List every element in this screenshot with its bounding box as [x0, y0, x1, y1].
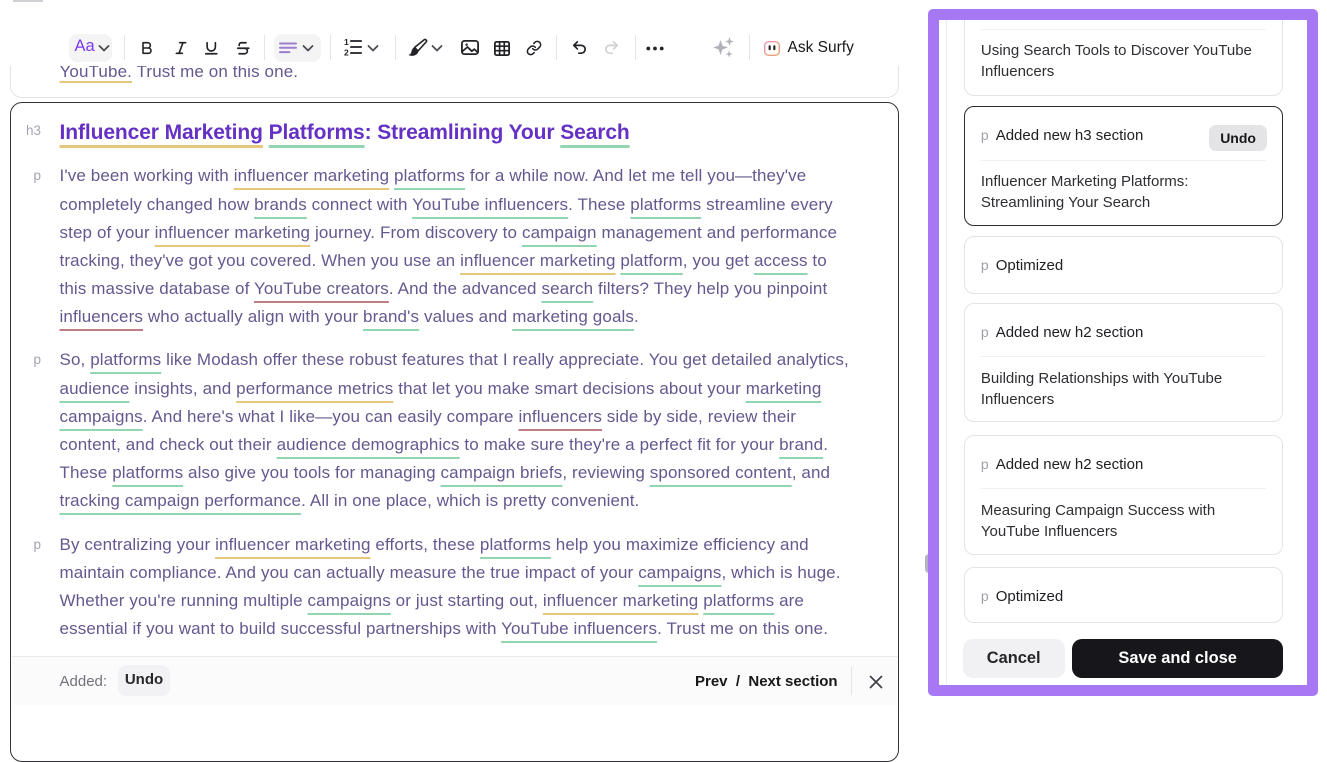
- svg-text:2: 2: [344, 48, 349, 56]
- svg-text:1: 1: [344, 39, 349, 47]
